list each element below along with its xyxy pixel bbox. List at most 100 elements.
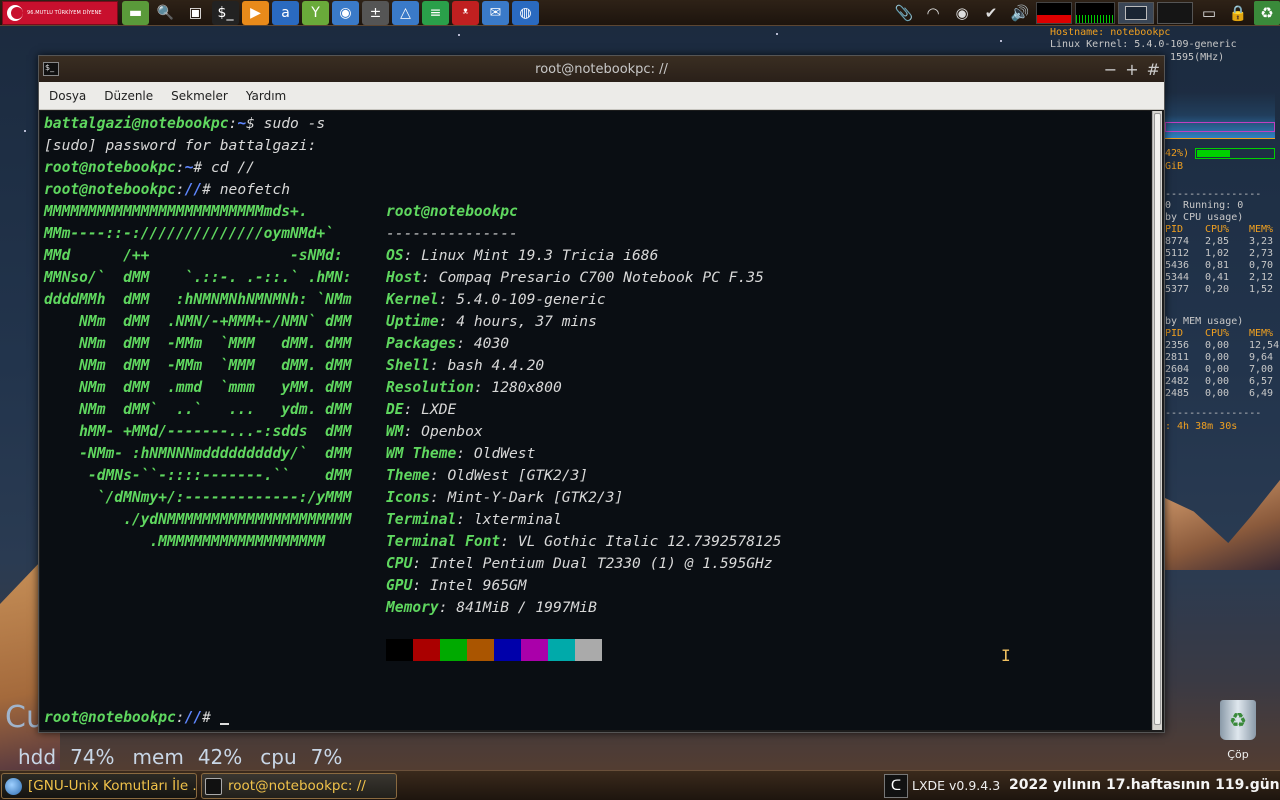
conky-mem-bar bbox=[1195, 148, 1275, 159]
conky-kernel: Linux Kernel: 5.4.0-109-generic bbox=[1050, 39, 1237, 50]
neofetch-info-line: WM: Openbox bbox=[386, 423, 483, 440]
neofetch-info-line: Memory: 841MiB / 1997MiB bbox=[386, 599, 597, 616]
terminal-output[interactable]: battalgazi@notebookpc:~$ sudo -s [sudo] … bbox=[40, 111, 1151, 730]
wifi-icon[interactable]: ◠ bbox=[920, 1, 946, 25]
minimize-button[interactable]: − bbox=[1104, 60, 1117, 79]
neofetch-info-line: OS: Linux Mint 19.3 Tricia i686 bbox=[386, 247, 659, 264]
task-browser[interactable]: [GNU-Unix Komutları İle ... bbox=[1, 773, 197, 799]
text-editor-icon[interactable]: ≡ bbox=[422, 0, 449, 25]
window-list-icon[interactable]: ▭ bbox=[1196, 1, 1222, 25]
neofetch-ascii-line: MMMMMMMMMMMMMMMMMMMMMMMMMmds+. bbox=[44, 203, 308, 220]
neofetch-ascii-line: hMM- +MMd/-------...-:sdds dMM bbox=[44, 423, 352, 440]
neofetch-info-line: GPU: Intel 965GM bbox=[386, 577, 527, 594]
shade-button[interactable]: # bbox=[1147, 60, 1160, 79]
prompt-line-4: root@notebookpc://# bbox=[44, 707, 229, 729]
desktop-switch-icon[interactable]: ▣ bbox=[182, 1, 209, 25]
top-panel: 96.MUTLU TÜRKİYEM DİYENE ▬ 🔍 ▣ $_ ▶ a Y ◉ ± △ ≡ ᵜ ✉ ◍… bbox=[0, 0, 1280, 26]
volume-icon[interactable]: 🔊 bbox=[1007, 1, 1033, 25]
conky-mem-percent: 42%) bbox=[1165, 148, 1190, 159]
color-swatch bbox=[440, 639, 467, 661]
launcher-bar: ▬ 🔍 ▣ $_ ▶ a Y ◉ ± △ ≡ ᵜ ✉ ◍ bbox=[122, 0, 539, 25]
neofetch-separator: --------------- bbox=[386, 225, 518, 242]
task-terminal-label: root@notebookpc: // bbox=[228, 778, 366, 794]
neofetch-info-line: Icons: Mint-Y-Dark [GTK2/3] bbox=[386, 489, 624, 506]
media-player-icon[interactable]: ▶ bbox=[242, 0, 269, 25]
trash-label: Çöp bbox=[1227, 748, 1249, 761]
neofetch-ascii-line: .MMMMMMMMMMMMMMMMMMM bbox=[44, 533, 326, 550]
lxde-version: LXDE v0.9.4.3 bbox=[912, 778, 1001, 793]
maximize-button[interactable]: + bbox=[1125, 60, 1138, 79]
trash-icon: ♻ bbox=[1220, 700, 1256, 740]
neofetch-ascii-line: MMd /++ -sNMd: bbox=[44, 247, 343, 264]
menu-sekmeler[interactable]: Sekmeler bbox=[171, 89, 228, 103]
color-swatch bbox=[494, 639, 521, 661]
lock-icon[interactable]: 🔒 bbox=[1225, 1, 1251, 25]
network-monitor-graph[interactable] bbox=[1075, 2, 1115, 24]
terminal-titlebar[interactable]: $_ root@notebookpc: // − + # bbox=[39, 56, 1164, 82]
search-icon[interactable]: 🔍 bbox=[152, 1, 179, 25]
color-swatch bbox=[467, 639, 494, 661]
conky-cpu-freq: 1595(MHz) bbox=[1170, 52, 1225, 63]
lxde-logo-icon[interactable]: ᑕ bbox=[884, 774, 908, 798]
app-circle-icon[interactable]: ◉ bbox=[949, 1, 975, 25]
neofetch-info-line: Host: Compaq Presario C700 Notebook PC F… bbox=[386, 269, 764, 286]
workspace-2[interactable] bbox=[1157, 2, 1193, 24]
calculator-icon[interactable]: ± bbox=[362, 0, 389, 25]
neofetch-ascii-line: `/dMNmy+/:-------------:/yMMM bbox=[44, 489, 352, 506]
trash-desktop-icon[interactable]: ♻ Çöp bbox=[1210, 700, 1266, 761]
wallpaper-mountain-right bbox=[1165, 480, 1280, 570]
terminal-window: $_ root@notebookpc: // − + # Dosya Düzen… bbox=[38, 55, 1165, 733]
neofetch-info-line: Terminal Font: VL Gothic Italic 12.73925… bbox=[386, 533, 782, 550]
menu-yardim[interactable]: Yardım bbox=[246, 89, 286, 103]
scrollbar-thumb[interactable] bbox=[1154, 113, 1161, 725]
neofetch-ascii-line: ./ydNMMMMMMMMMMMMMMMMMMMMM bbox=[44, 511, 352, 528]
system-tray: 📎 ◠ ◉ ✔ 🔊 ▭ 🔒 ♻ bbox=[891, 0, 1280, 26]
clip-icon[interactable]: 📎 bbox=[891, 1, 917, 25]
taskbar-clock[interactable]: 2022 yılının 17.haftasının 119.günü... bbox=[1009, 777, 1280, 793]
workspace-window-thumb bbox=[1125, 6, 1147, 20]
conky-cpu-title: by CPU usage) bbox=[1165, 212, 1244, 223]
shield-icon[interactable]: ✔ bbox=[978, 1, 1004, 25]
color-swatch bbox=[413, 639, 440, 661]
neofetch-info-line: Shell: bash 4.4.20 bbox=[386, 357, 545, 374]
menu-dosya[interactable]: Dosya bbox=[49, 89, 86, 103]
color-palette bbox=[386, 639, 602, 661]
web-browser-icon[interactable]: ◍ bbox=[512, 0, 539, 25]
logout-icon[interactable]: ♻ bbox=[1254, 1, 1280, 25]
terminal-scrollbar[interactable] bbox=[1152, 111, 1162, 730]
cherries-icon[interactable]: ᵜ bbox=[452, 0, 479, 25]
cpu-monitor-graph[interactable] bbox=[1036, 2, 1072, 24]
camera-icon[interactable]: ◉ bbox=[332, 0, 359, 25]
prompt-line-3: root@notebookpc://# neofetch bbox=[44, 181, 291, 198]
neofetch-ascii-line: ddddMMh dMM :hNMNMNhNMNMNh: `NMm bbox=[44, 291, 352, 308]
terminal-icon[interactable]: $_ bbox=[212, 0, 239, 25]
bottom-taskbar: [GNU-Unix Komutları İle ... root@noteboo… bbox=[0, 770, 1280, 800]
sudo-password-line: [sudo] password for battalgazi: bbox=[44, 137, 317, 154]
color-swatch bbox=[575, 639, 602, 661]
neofetch-ascii-line: -dMNs-``-::::-------.`` dMM bbox=[44, 467, 352, 484]
neofetch-ascii-line: MMNso/` dMM `.::-. .-::.` .hMN: bbox=[44, 269, 352, 286]
terminal-icon bbox=[205, 777, 222, 795]
flag-text: 96.MUTLU TÜRKİYEM DİYENE bbox=[27, 9, 102, 16]
turkish-flag-button[interactable]: 96.MUTLU TÜRKİYEM DİYENE bbox=[2, 0, 118, 25]
files-icon[interactable]: ▬ bbox=[122, 0, 149, 25]
app-a-icon[interactable]: a bbox=[272, 0, 299, 25]
color-swatch bbox=[548, 639, 575, 661]
neofetch-ascii-line: NMm dMM -MMm `MMM dMM. dMM bbox=[44, 357, 352, 374]
conky-mem-title: by MEM usage) bbox=[1165, 316, 1244, 327]
neofetch-ascii-line: -NMm- :hNMNNNmdddddddddy/` dMM bbox=[44, 445, 352, 462]
neofetch-info-line: WM Theme: OldWest bbox=[386, 445, 536, 462]
conky-divider-2: ---------------- bbox=[1165, 408, 1262, 419]
mail-icon[interactable]: ✉ bbox=[482, 0, 509, 25]
menu-duzenle[interactable]: Düzenle bbox=[104, 89, 153, 103]
app-y-icon[interactable]: Y bbox=[302, 0, 329, 25]
desktop-stat-cpu: cpu 7% bbox=[260, 745, 343, 769]
neofetch-info-line: Terminal: lxterminal bbox=[386, 511, 562, 528]
task-terminal[interactable]: root@notebookpc: // bbox=[201, 773, 397, 799]
workspace-1[interactable] bbox=[1118, 2, 1154, 24]
neofetch-ascii-line: NMm dMM -MMm `MMM dMM. dMM bbox=[44, 335, 352, 352]
neofetch-ascii-line: NMm dMM .NMN/-+MMM+-/NMN` dMM bbox=[44, 313, 352, 330]
neofetch-info-line: Resolution: 1280x800 bbox=[386, 379, 562, 396]
conky-uptime: : 4h 38m 30s bbox=[1165, 421, 1238, 432]
app-triangle-icon[interactable]: △ bbox=[392, 0, 419, 25]
